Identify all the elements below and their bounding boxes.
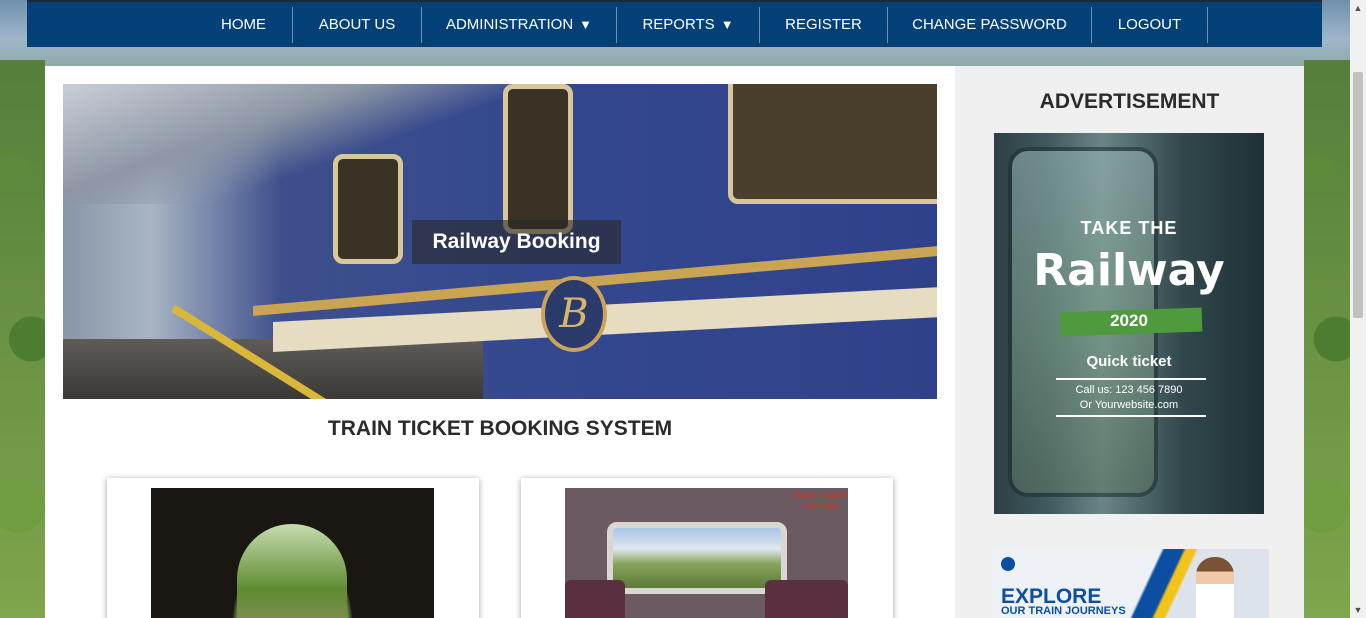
- ad-journeys-subheading: OUR TRAIN JOURNEYS: [1001, 605, 1126, 617]
- scroll-down-arrow-icon[interactable]: ▼: [1350, 602, 1366, 618]
- hero-caption: Railway Booking: [412, 220, 621, 264]
- background-hills-left: [0, 60, 45, 618]
- train-window: [333, 154, 403, 264]
- tunnel-image: [151, 488, 434, 618]
- scrollbar-thumb[interactable]: [1353, 72, 1363, 318]
- quiet-carriage-sign: Have a quiet carriage: [793, 490, 848, 510]
- main-content: B Railway Booking TRAIN TICKET BOOKING S…: [45, 66, 955, 618]
- nav-home-label: HOME: [221, 16, 266, 33]
- main-navbar: HOME ABOUT US ADMINISTRATION ▼ REPORTS ▼ R…: [27, 0, 1322, 47]
- feature-card-window[interactable]: Have a quiet carriage: [521, 478, 893, 618]
- ad-year: 2020: [1110, 311, 1148, 330]
- explore-ad-banner[interactable]: EXPLORE OUR TRAIN JOURNEYS: [991, 549, 1269, 618]
- nav-about-label: ABOUT US: [318, 16, 396, 33]
- window-frame: [607, 522, 787, 594]
- nav-administration-label: ADMINISTRATION: [445, 16, 574, 33]
- ad-phone: Call us: 123 456 7890: [1075, 384, 1183, 396]
- ad-divider: [1056, 415, 1206, 417]
- nav-logout[interactable]: LOGOUT: [1092, 6, 1208, 43]
- nav-home[interactable]: HOME: [195, 6, 293, 43]
- train-window-image: Have a quiet carriage: [565, 488, 848, 618]
- brand-badge-icon: [1001, 557, 1015, 571]
- train-window: [503, 84, 573, 234]
- nav-logout-label: LOGOUT: [1117, 16, 1182, 33]
- seat: [765, 580, 848, 618]
- nav-administration[interactable]: ADMINISTRATION ▼: [422, 6, 617, 43]
- feature-card-tunnel[interactable]: [107, 478, 479, 618]
- train-logo-emblem: B: [541, 276, 607, 352]
- ad-quick-ticket: Quick ticket: [1086, 353, 1172, 370]
- ad-website: Or Yourwebsite.com: [1079, 399, 1179, 411]
- traveller-image: [1196, 557, 1234, 618]
- nav-register-label: REGISTER: [785, 16, 862, 33]
- ad-divider: [1056, 378, 1206, 380]
- nav-register[interactable]: REGISTER: [760, 6, 888, 43]
- ad-railway-heading: Railway: [1033, 245, 1225, 296]
- sidebar: ADVERTISEMENT TAKE THE Railway 2020 Quic…: [955, 66, 1304, 618]
- seat: [565, 580, 625, 618]
- scroll-up-arrow-icon[interactable]: ▲: [1350, 0, 1366, 16]
- page-title: TRAIN TICKET BOOKING SYSTEM: [327, 417, 673, 440]
- nav-change-password[interactable]: CHANGE PASSWORD: [888, 6, 1092, 43]
- nav-reports[interactable]: REPORTS ▼: [617, 6, 760, 43]
- railway-ad-banner[interactable]: TAKE THE Railway 2020 Quick ticket Call …: [994, 133, 1264, 514]
- nav-reports-label: REPORTS: [642, 16, 715, 33]
- advertisement-title: ADVERTISEMENT: [1039, 90, 1220, 113]
- background-hills-right: [1304, 60, 1350, 618]
- caret-down-icon: ▼: [720, 17, 734, 32]
- ad-take-the: TAKE THE: [1080, 218, 1178, 238]
- hero-banner-image: B Railway Booking: [63, 84, 937, 399]
- page-scrollbar[interactable]: ▲ ▼: [1350, 0, 1366, 618]
- caret-down-icon: ▼: [579, 17, 593, 32]
- nav-about-us[interactable]: ABOUT US: [293, 6, 422, 43]
- train-window: [728, 84, 937, 204]
- nav-change-password-label: CHANGE PASSWORD: [912, 16, 1067, 33]
- ad-contact: Call us: 123 456 7890 Or Yourwebsite.com: [994, 383, 1264, 413]
